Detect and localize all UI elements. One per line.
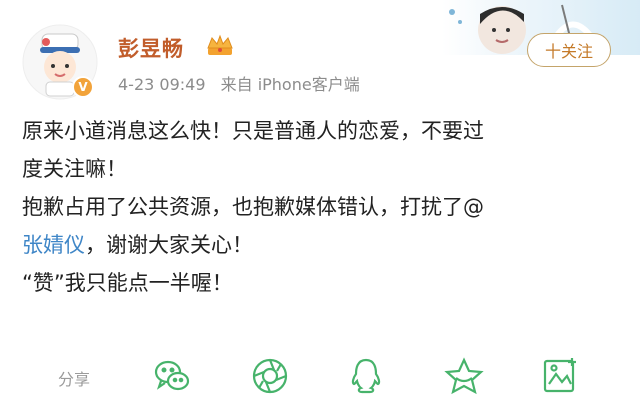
screenshot-icon[interactable] (540, 356, 580, 396)
post-content: 原来小道消息这么快！只是普通人的恋爱，不要过 度关注嘛！ 抱歉占用了公共资源，也… (22, 112, 622, 302)
post-line-1: 原来小道消息这么快！只是普通人的恋爱，不要过 (22, 119, 484, 143)
post-time: 4-23 09:49 (118, 75, 206, 94)
wechat-icon[interactable] (152, 356, 192, 396)
weibo-post: V 彭昱畅 4-23 09:49 来自 iPhone客户端 十关注 原来小道消息… (0, 0, 640, 401)
mention-link[interactable]: 张婧仪 (22, 233, 85, 257)
share-bar: 分享 (0, 352, 640, 401)
post-source[interactable]: 来自 iPhone客户端 (221, 75, 360, 94)
follow-button[interactable]: 十关注 (527, 33, 611, 67)
post-line-5: “赞”我只能点一半喔！ (22, 271, 233, 295)
verified-badge-icon: V (72, 76, 94, 98)
post-line-4-text: ，谢谢大家关心！ (85, 233, 253, 257)
vip-crown-icon (206, 34, 234, 56)
moments-icon[interactable] (250, 356, 290, 396)
author-name[interactable]: 彭昱畅 (118, 33, 184, 63)
qq-icon[interactable] (346, 356, 386, 396)
post-meta: 4-23 09:49 来自 iPhone客户端 (118, 71, 360, 95)
post-line-3: 抱歉占用了公共资源，也抱歉媒体错认，打扰了@ (22, 195, 484, 219)
share-label: 分享 (58, 370, 91, 389)
post-line-2: 度关注嘛！ (22, 157, 127, 181)
post-line-4: 张婧仪，谢谢大家关心！ (22, 226, 622, 264)
favorite-icon[interactable] (444, 356, 484, 396)
